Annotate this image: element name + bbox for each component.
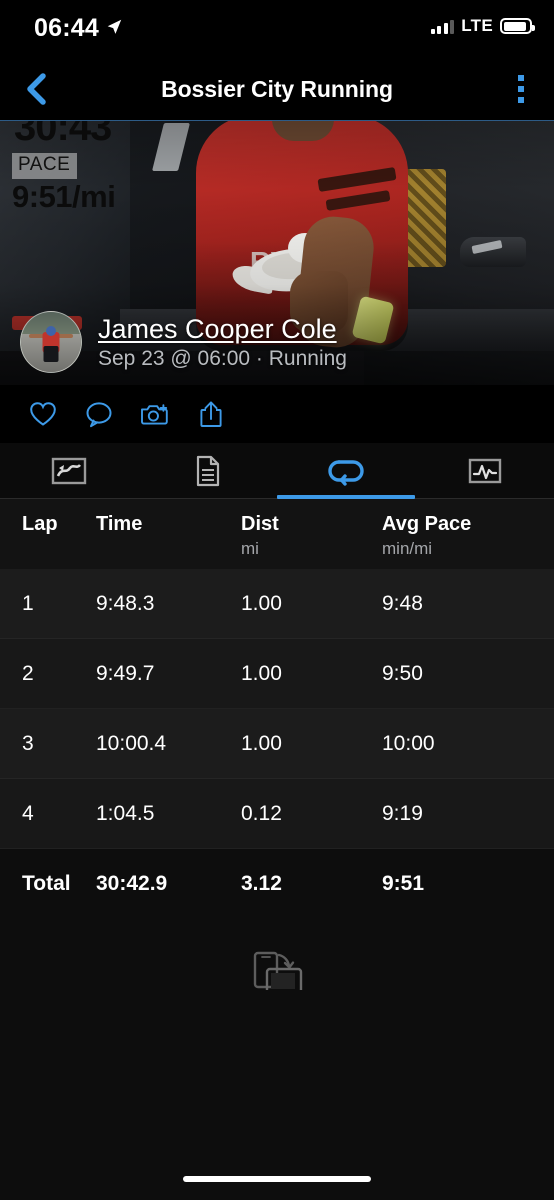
laps-table: Lap Time Dist mi Avg Pace min/mi 1 9:48.… [0,499,554,919]
status-time: 06:44 [34,14,99,42]
cell-time: 9:49.7 [96,661,155,685]
cell-total-time: 30:42.9 [96,872,168,895]
lap-loop-icon [328,459,364,486]
like-button[interactable] [22,393,64,435]
more-vertical-icon-dot [518,86,524,92]
share-up-arrow-icon [200,401,222,427]
signal-strength-icon [430,19,455,34]
table-row[interactable]: 1 9:48.3 1.00 9:48 [0,569,554,639]
detail-tab-bar [0,443,554,499]
athlete-name-link[interactable]: James Cooper Cole [98,314,347,345]
table-row[interactable]: 2 9:49.7 1.00 9:50 [0,639,554,709]
cell-lap: 4 [22,801,34,825]
cell-lap: 2 [22,661,34,685]
back-button[interactable] [16,69,56,109]
column-header-dist: Dist mi [241,513,279,558]
document-list-icon [196,455,219,486]
column-header-time: Time [96,513,143,535]
cell-dist: 1.00 [241,661,282,685]
column-header-lap: Lap [22,513,58,535]
home-indicator[interactable] [183,1176,371,1182]
cell-total-dist: 3.12 [241,872,282,895]
activity-photo[interactable]: RV 30:43 PACE 9:51/mi James Cooper Cole … [0,120,554,385]
tab-summary[interactable] [139,443,278,498]
cell-pace: 9:50 [382,661,423,685]
comment-bubble-icon [86,401,112,427]
map-icon [52,457,87,484]
chart-line-icon [468,458,501,483]
cell-lap: 3 [22,731,34,755]
cell-dist: 0.12 [241,801,282,825]
cell-lap: 1 [22,591,34,615]
battery-icon [500,18,535,34]
avatar[interactable] [20,311,82,373]
nav-bar: Bossier City Running [0,58,554,120]
table-row[interactable]: 3 10:00.4 1.00 10:00 [0,709,554,779]
activity-datetime-type: Sep 23 @ 06:00 · Running [98,346,347,370]
cell-time: 10:00.4 [96,731,167,755]
overflow-menu-button[interactable] [506,72,536,106]
table-header-row: Lap Time Dist mi Avg Pace min/mi [0,499,554,569]
tab-laps[interactable] [277,443,416,499]
overlay-pace-label: PACE [12,153,78,179]
comment-button[interactable] [78,393,120,435]
content-background [0,990,554,1200]
heart-icon [30,402,56,426]
cell-time: 9:48.3 [96,591,155,615]
column-header-avg-pace: Avg Pace min/mi [382,513,472,558]
cell-total-label: Total [22,872,71,895]
cell-dist: 1.00 [241,591,282,615]
page-title: Bossier City Running [161,75,393,102]
location-arrow-icon [107,19,122,34]
tab-charts[interactable] [416,443,554,498]
camera-plus-icon [141,404,168,425]
athlete-row[interactable]: James Cooper Cole Sep 23 @ 06:00 · Runni… [0,307,554,377]
cell-dist: 1.00 [241,731,282,755]
cell-time: 1:04.5 [96,801,155,825]
overlay-duration: 30:43 [14,120,112,149]
overlay-pace-value: 9:51/mi [12,179,116,214]
tab-map[interactable] [0,443,139,498]
share-button[interactable] [190,393,232,435]
table-row[interactable]: 4 1:04.5 0.12 9:19 [0,779,554,849]
network-type-label: LTE [461,16,493,35]
add-photo-button[interactable] [134,393,176,435]
status-right-cluster: LTE [430,16,535,36]
chevron-left-icon [27,73,46,105]
status-bar: 06:44 LTE [0,0,554,58]
cell-pace: 9:19 [382,801,423,825]
cell-pace: 10:00 [382,731,435,755]
table-total-row: Total 30:42.9 3.12 9:51 [0,849,554,919]
cell-pace: 9:48 [382,591,423,615]
more-vertical-icon-dot [518,97,524,103]
more-vertical-icon-dot [518,75,524,81]
cell-total-pace: 9:51 [382,872,425,895]
social-action-bar [0,385,554,443]
active-tab-indicator [277,495,416,499]
